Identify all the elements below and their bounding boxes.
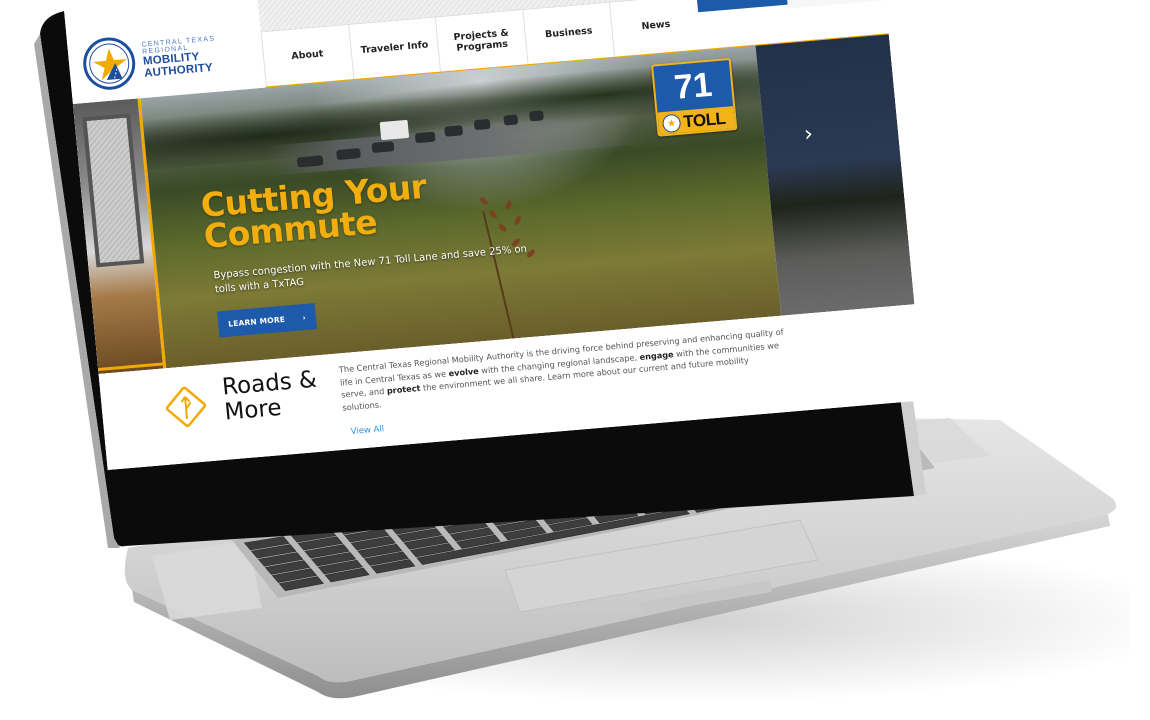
section-title: Roads & More: [221, 367, 320, 426]
nav-item-news[interactable]: News: [609, 0, 702, 58]
section-title-line-2: More: [223, 394, 283, 426]
view-all-link[interactable]: View All: [350, 424, 384, 437]
nav-item-projects-programs[interactable]: Projects & Programs: [435, 10, 528, 73]
nav-item-business[interactable]: Business: [522, 2, 615, 66]
nav-item-about[interactable]: About: [260, 25, 354, 88]
next-slide-arrow-icon[interactable]: ›: [803, 122, 814, 148]
star-logo-icon: ★: [661, 113, 682, 134]
toll-route-number: 71: [672, 65, 714, 107]
hero-next-slide-preview[interactable]: ›: [755, 34, 915, 316]
toll-label: TOLL: [682, 108, 727, 132]
nav-item-traveler-info[interactable]: Traveler Info: [347, 17, 441, 81]
pay-your-toll-button[interactable]: Pay Your Toll: [692, 0, 788, 13]
chevron-right-icon: ›: [302, 312, 307, 322]
toll-71-sign: 71 ★ TOLL: [650, 57, 738, 137]
header-right-fill: [782, 0, 886, 9]
laptop-screen: CENTRAL TEXAS REGIONAL MOBILITY AUTHORIT…: [64, 0, 924, 471]
star-road-logo-icon: [80, 35, 138, 92]
learn-more-label: LEARN MORE: [227, 314, 286, 329]
website: CENTRAL TEXAS REGIONAL MOBILITY AUTHORIT…: [64, 0, 924, 471]
road-sign-icon: [165, 386, 207, 428]
